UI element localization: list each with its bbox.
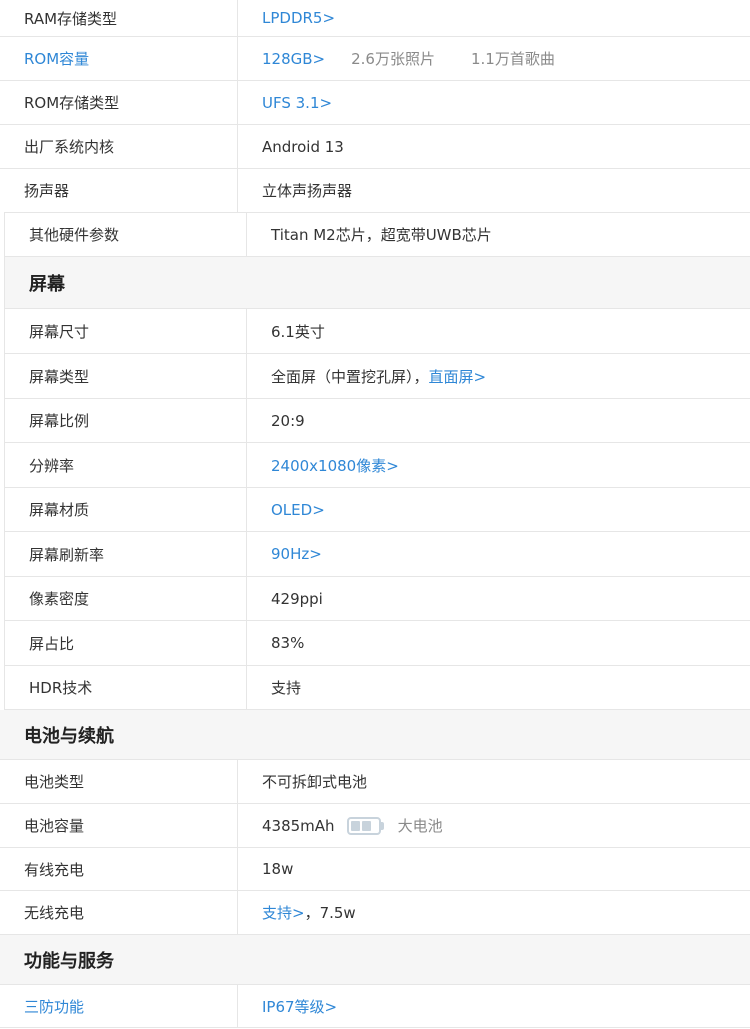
oled-link[interactable]: OLED> [271,501,325,519]
resolution-link[interactable]: 2400x1080像素> [271,455,399,476]
spec-block-battery: 电池与续航 电池类型 不可拆卸式电池 电池容量 4385mAh 大电池 有线充电… [0,710,750,1028]
spec-value: Android 13 [262,137,344,156]
spec-row-os-kernel: 出厂系统内核 Android 13 [0,125,750,169]
ram-type-link[interactable]: LPDDR5> [262,9,335,27]
spec-label: 屏幕尺寸 [5,309,247,353]
rom-song-count: 1.1万首歌曲 [470,50,555,68]
spec-value: ，7.5w [304,904,356,922]
spec-label: 屏占比 [5,621,247,665]
spec-row-hdr: HDR技术 支持 [5,666,750,710]
spec-row-protection: 三防功能 IP67等级> [0,985,750,1028]
spec-row-wireless-charging: 无线充电 支持> ，7.5w [0,891,750,935]
spec-row-other-hardware: 其他硬件参数 Titan M2芯片，超宽带UWB芯片 [5,213,750,257]
spec-label: 屏幕比例 [5,399,247,442]
spec-value: 支持 [271,679,302,697]
spec-block-storage: RAM存储类型 LPDDR5> ROM容量 128GB> 2.6万张照片 1.1… [0,0,750,212]
spec-row-rom-capacity: ROM容量 128GB> 2.6万张照片 1.1万首歌曲 [0,37,750,81]
spec-label: 分辨率 [5,443,247,487]
spec-label: 有线充电 [0,848,238,890]
rom-photo-count: 2.6万张照片 [351,50,435,68]
spec-label: RAM存储类型 [0,0,238,36]
spec-block-screen: 其他硬件参数 Titan M2芯片，超宽带UWB芯片 屏幕 屏幕尺寸 6.1英寸… [4,212,750,710]
spec-value: Titan M2芯片，超宽带UWB芯片 [271,226,492,244]
spec-value: 429ppi [271,589,323,608]
battery-note: 大电池 [397,817,443,835]
spec-row-pixel-density: 像素密度 429ppi [5,577,750,621]
rom-type-link[interactable]: UFS 3.1> [262,94,332,112]
rom-capacity-label-link[interactable]: ROM容量 [0,37,238,80]
refresh-rate-link[interactable]: 90Hz> [271,545,322,563]
spec-row-screen-ratio: 屏幕比例 20:9 [5,399,750,443]
section-title-screen: 屏幕 [5,257,750,309]
wireless-charging-link[interactable]: 支持> [262,902,305,923]
spec-label: 屏幕类型 [5,354,247,398]
spec-value: 83% [271,634,305,652]
spec-row-battery-type: 电池类型 不可拆卸式电池 [0,760,750,804]
section-title-services: 功能与服务 [0,935,750,985]
section-title-battery: 电池与续航 [0,710,750,760]
spec-row-rom-type: ROM存储类型 UFS 3.1> [0,81,750,125]
spec-row-battery-capacity: 电池容量 4385mAh 大电池 [0,804,750,848]
spec-row-ram-type: RAM存储类型 LPDDR5> [0,0,750,37]
spec-label: 电池容量 [0,804,238,847]
spec-value: 不可拆卸式电池 [262,773,368,791]
spec-row-screen-material: 屏幕材质 OLED> [5,488,750,532]
spec-label: 其他硬件参数 [5,213,247,256]
spec-row-screen-ratio-body: 屏占比 83% [5,621,750,666]
spec-row-wired-charging: 有线充电 18w [0,848,750,891]
spec-row-speaker: 扬声器 立体声扬声器 [0,169,750,212]
spec-row-refresh-rate: 屏幕刷新率 90Hz> [5,532,750,577]
spec-label: 电池类型 [0,760,238,803]
spec-label: 屏幕材质 [5,488,247,531]
rom-capacity-link[interactable]: 128GB> [262,50,325,68]
spec-value: 全面屏（中置挖孔屏）， [271,367,429,386]
spec-row-resolution: 分辨率 2400x1080像素> [5,443,750,488]
spec-table: RAM存储类型 LPDDR5> ROM容量 128GB> 2.6万张照片 1.1… [0,0,750,1029]
spec-value: 6.1英寸 [271,322,325,341]
spec-row-screen-type: 屏幕类型 全面屏（中置挖孔屏）， 直面屏> [5,354,750,399]
spec-label: 扬声器 [0,169,238,212]
spec-value: 立体声扬声器 [262,182,353,200]
spec-label: HDR技术 [5,666,247,709]
spec-value: 18w [262,860,294,878]
spec-label: 屏幕刷新率 [5,532,247,576]
spec-label: 像素密度 [5,577,247,620]
spec-label: 出厂系统内核 [0,125,238,168]
spec-value: 4385mAh [262,816,335,835]
ip67-link[interactable]: IP67等级> [262,996,337,1017]
spec-value: 20:9 [271,411,305,430]
flat-screen-link[interactable]: 直面屏> [429,366,487,387]
spec-row-screen-size: 屏幕尺寸 6.1英寸 [5,309,750,354]
spec-label: 无线充电 [0,891,238,934]
spec-label: ROM存储类型 [0,81,238,124]
protection-label-link[interactable]: 三防功能 [0,985,238,1027]
battery-icon [346,816,384,835]
